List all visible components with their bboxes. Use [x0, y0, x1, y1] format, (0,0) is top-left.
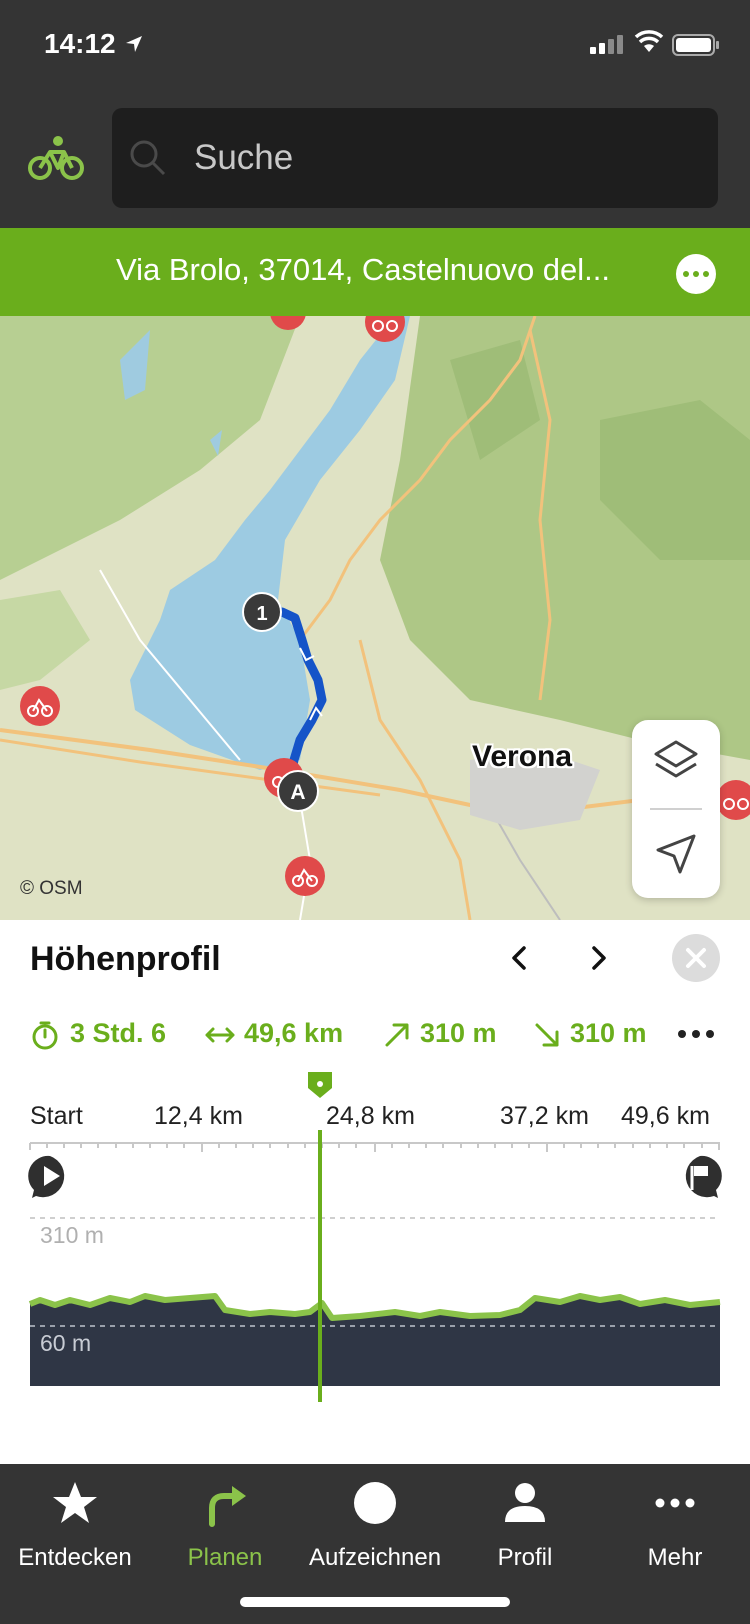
tab-profil[interactable]: Profil: [450, 1464, 600, 1594]
distance-icon: [205, 1027, 235, 1043]
bike-poi-icon[interactable]: [20, 686, 60, 726]
axis-ticks: [29, 1143, 720, 1152]
person-icon: [505, 1483, 545, 1522]
address-more-button[interactable]: [676, 254, 716, 294]
waypoint-label: A: [290, 781, 305, 804]
stat-ascent: 310 m: [420, 1018, 497, 1048]
tab-label: Mehr: [647, 1544, 703, 1571]
tab-label: Profil: [497, 1544, 553, 1571]
wifi-icon: [634, 30, 664, 52]
search-placeholder: Suche: [194, 138, 294, 177]
navigation-arrow-icon: [656, 834, 696, 874]
search-input[interactable]: Suche: [112, 108, 718, 208]
panel-title: Höhenprofil: [30, 940, 221, 978]
stat-descent: 310 m: [570, 1018, 647, 1048]
timer-icon: [32, 1021, 58, 1050]
tab-aufzeichnen[interactable]: Aufzeichnen: [300, 1464, 450, 1594]
waypoint-marker-1[interactable]: 1: [242, 592, 282, 632]
location-arrow-icon: [126, 36, 142, 52]
ascent-icon: [385, 1023, 409, 1047]
battery-icon: [672, 34, 719, 56]
tab-label: Aufzeichnen: [308, 1544, 442, 1571]
axis-tick-label: 12,4 km: [154, 1102, 243, 1130]
tab-planen[interactable]: Planen: [150, 1464, 300, 1594]
address-text: Via Brolo, 37014, Castelnuovo del...: [115, 252, 611, 287]
map-controls: [632, 720, 720, 898]
stat-distance: 49,6 km: [244, 1018, 344, 1048]
axis-tick-label: 37,2 km: [500, 1102, 589, 1130]
close-icon: [686, 948, 706, 968]
locate-me-button[interactable]: [632, 810, 720, 898]
star-icon: [53, 1482, 97, 1523]
stat-duration: 3 Std. 6: [70, 1018, 167, 1048]
search-icon: [130, 140, 166, 176]
tab-entdecken[interactable]: Entdecken: [0, 1464, 150, 1594]
home-indicator: [240, 1597, 510, 1607]
elevation-min-label: 60 m: [40, 1330, 92, 1356]
tab-mehr[interactable]: Mehr: [600, 1464, 750, 1594]
next-button[interactable]: [578, 938, 618, 978]
previous-button[interactable]: [500, 938, 540, 978]
layers-icon: [654, 740, 698, 778]
start-marker-icon: [28, 1155, 65, 1198]
waypoint-marker-start[interactable]: A: [277, 770, 319, 812]
cursor-handle[interactable]: [304, 1070, 336, 1100]
stats-more-button[interactable]: [678, 1030, 714, 1040]
address-bar[interactable]: Via Brolo, 37014, Castelnuovo del...: [0, 228, 750, 316]
map-layers-button[interactable]: [632, 720, 720, 808]
bike-mode-icon[interactable]: [28, 134, 84, 184]
city-label: Verona: [472, 740, 573, 773]
elevation-max-label: 310 m: [40, 1222, 104, 1248]
elevation-chart[interactable]: [0, 1130, 750, 1410]
more-icon: [655, 1498, 695, 1508]
axis-tick-label: 24,8 km: [326, 1102, 415, 1130]
tab-label: Entdecken: [18, 1544, 132, 1571]
bike-poi-icon[interactable]: [285, 856, 325, 896]
descent-icon: [535, 1023, 559, 1047]
close-button[interactable]: [672, 934, 720, 982]
finish-marker-icon: [685, 1155, 722, 1198]
axis-tick-label: 49,6 km: [621, 1102, 710, 1130]
waypoint-label: 1: [256, 603, 267, 625]
map-attribution[interactable]: © OSM: [20, 878, 83, 900]
record-icon: [354, 1482, 396, 1524]
signal-icon: [590, 35, 623, 54]
tab-label: Planen: [187, 1544, 263, 1571]
status-time: 14:12: [44, 28, 116, 59]
axis-tick-label: Start: [30, 1102, 83, 1130]
route-arrow-icon: [209, 1486, 246, 1527]
